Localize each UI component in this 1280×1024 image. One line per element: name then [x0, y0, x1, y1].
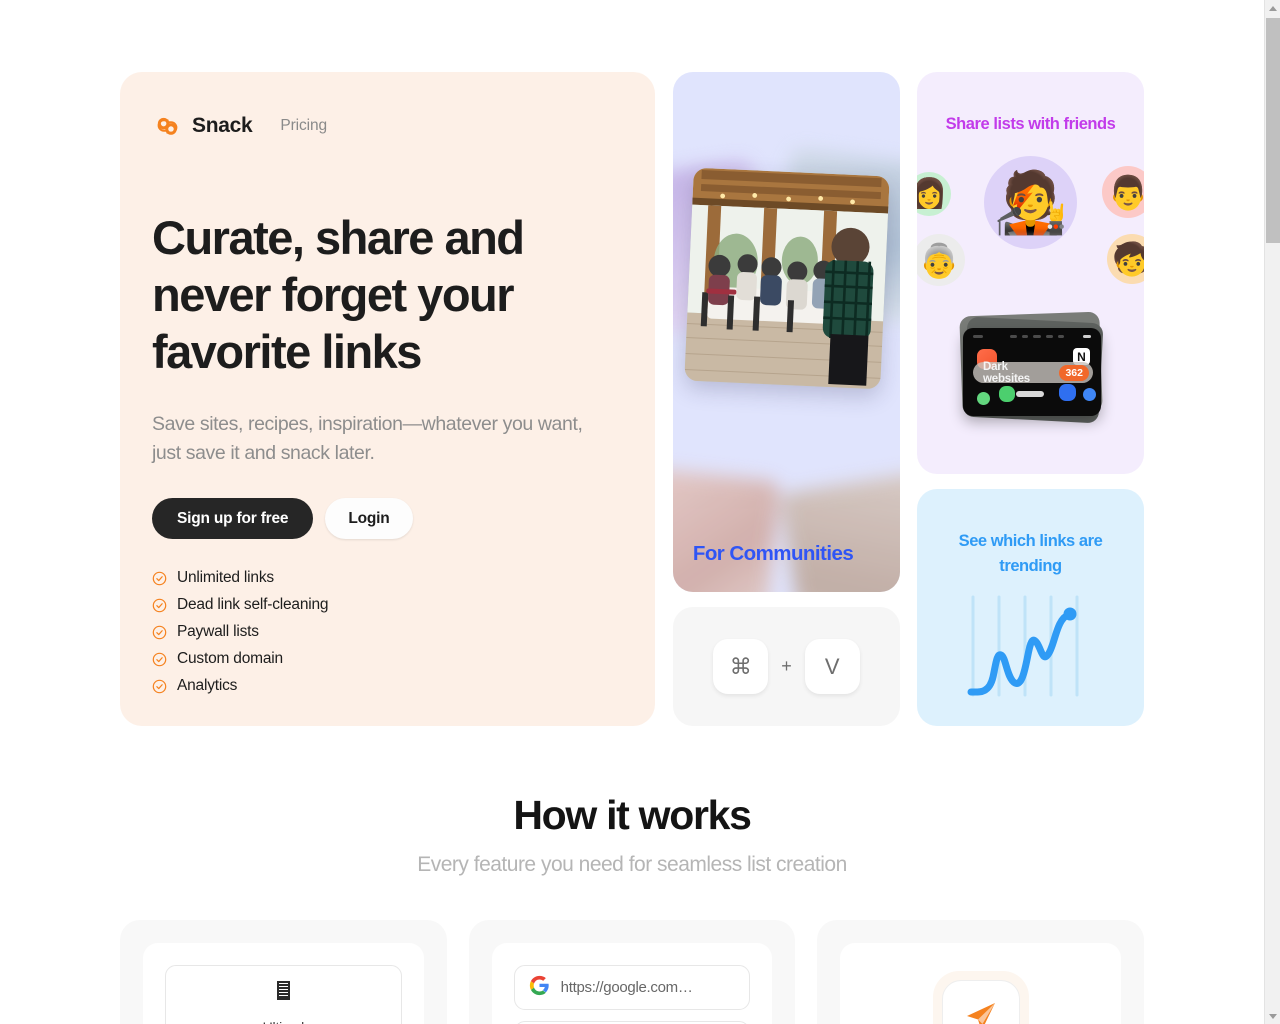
- share-lists-card[interactable]: Share lists with friends 🧑‍🎤 👩 👵 👨 🧒: [917, 72, 1144, 474]
- hero-right-column: Share lists with friends 🧑‍🎤 👩 👵 👨 🧒: [917, 72, 1144, 726]
- phone-app-icon-green-2: [977, 392, 990, 405]
- check-circle-icon: [152, 652, 167, 667]
- for-communities-card[interactable]: s For Communities: [673, 72, 900, 592]
- trending-line-chart-icon: [967, 591, 1087, 701]
- brand-name: Snack: [192, 114, 253, 137]
- keyboard-shortcut-card: ⌘ + V: [673, 607, 900, 726]
- list-preview-box: Ultimal: [165, 965, 402, 1024]
- how-it-works-subtitle: Every feature you need for seamless list…: [417, 853, 847, 876]
- hero-card: Snack Pricing Curate, share and never fo…: [120, 72, 655, 726]
- vertical-scrollbar[interactable]: [1264, 0, 1280, 1024]
- feature-item: Analytics: [152, 677, 623, 695]
- plus-separator: +: [781, 656, 792, 676]
- card-share-inner: [840, 943, 1122, 1024]
- command-key-icon: ⌘: [713, 639, 769, 694]
- scrollbar-thumb[interactable]: [1266, 18, 1280, 243]
- link-url-text: https://google.com…: [560, 979, 693, 996]
- scrollbar-down-button[interactable]: [1265, 1008, 1280, 1024]
- check-circle-icon: [152, 598, 167, 613]
- list-preview-title: Ultimal: [180, 1019, 387, 1024]
- how-it-works-title: How it works: [513, 792, 752, 838]
- phone-app-icon-blue: [1059, 384, 1076, 401]
- feature-item: Paywall lists: [152, 623, 623, 641]
- trending-card-heading: See which links are trending: [958, 532, 1103, 575]
- send-icon-wrap: [862, 965, 1099, 1024]
- feature-label: Paywall lists: [177, 623, 259, 640]
- avatar-left-top: 👩: [917, 172, 951, 216]
- scrollbar-up-button[interactable]: [1265, 0, 1280, 16]
- feature-item: Dead link self-cleaning: [152, 596, 623, 614]
- send-icon-halo: [932, 971, 1029, 1024]
- hero-grid: Snack Pricing Curate, share and never fo…: [120, 72, 1144, 726]
- page-viewport: Snack Pricing Curate, share and never fo…: [0, 0, 1264, 1024]
- top-nav: Snack Pricing: [152, 105, 623, 147]
- nav-pricing-link[interactable]: Pricing: [280, 117, 327, 135]
- send-icon-tile: [941, 980, 1020, 1024]
- phone-app-icon-blue-2: [1083, 388, 1096, 401]
- share-card-heading: Share lists with friends: [945, 115, 1116, 133]
- hero-cta-row: Sign up for free Login: [152, 498, 623, 539]
- check-circle-icon: [152, 679, 167, 694]
- avatar-right-bottom: 🧒: [1107, 234, 1144, 284]
- feature-label: Unlimited links: [177, 569, 274, 586]
- v-key: V: [804, 639, 860, 694]
- card-add-links-inner: https://google.com…: [491, 943, 773, 1024]
- hero-title: Curate, share and never forget your favo…: [152, 211, 525, 378]
- phone-dock-bar: [1016, 391, 1044, 397]
- card-add-links[interactable]: https://google.com…: [468, 920, 796, 1024]
- send-paper-plane-icon: [961, 997, 1001, 1024]
- link-row-google[interactable]: https://google.com…: [513, 965, 751, 1010]
- check-circle-icon: [152, 571, 167, 586]
- phone-statusbar: [973, 334, 1091, 338]
- chevron-up-icon: [1268, 5, 1277, 11]
- hero-middle-column: s For Communities ⌘ + V: [673, 72, 900, 726]
- page-content: Snack Pricing Curate, share and never fo…: [0, 72, 1264, 1024]
- phone-list-name: Dark websites: [983, 360, 1030, 385]
- hero-subtitle: Save sites, recipes, inspiration—whateve…: [152, 413, 583, 464]
- feature-item: Custom domain: [152, 650, 623, 668]
- feature-label: Analytics: [177, 677, 238, 694]
- phone-list-pill: Dark websites 362: [973, 360, 1093, 385]
- check-circle-icon: [152, 625, 167, 640]
- marquee-label-for-communities: For Communities: [692, 542, 854, 565]
- chevron-down-icon: [1268, 1013, 1277, 1019]
- feature-label: Dead link self-cleaning: [177, 596, 329, 613]
- phone-mockup-stack: N Dark websites 362: [955, 311, 1107, 424]
- card-create-list-inner: Ultimal: [143, 943, 424, 1024]
- community-marquee: s For Communities: [673, 516, 900, 592]
- card-create-list[interactable]: Ultimal: [120, 920, 447, 1024]
- snack-link-logo-icon: [152, 111, 183, 142]
- community-dining-photo: [684, 167, 890, 390]
- phone-list-count: 362: [1059, 364, 1089, 381]
- avatar-center: 🧑‍🎤: [984, 156, 1077, 249]
- trending-links-card[interactable]: See which links are trending: [917, 489, 1144, 726]
- login-button[interactable]: Login: [325, 498, 413, 539]
- how-it-works-cards: Ultimal: [120, 920, 1145, 1024]
- brand-logo-link[interactable]: Snack: [152, 111, 253, 142]
- phone-app-icon-green: [999, 386, 1015, 402]
- signup-button[interactable]: Sign up for free: [152, 498, 314, 539]
- avatar-right-top: 👨: [1102, 166, 1144, 218]
- feature-label: Custom domain: [177, 650, 283, 667]
- hero-feature-list: Unlimited links Dead link self-cleaning …: [152, 569, 623, 695]
- missing-glyph-tofu-icon: [276, 981, 290, 1000]
- how-it-works-section: How it works Every feature you need for …: [120, 792, 1145, 1024]
- phone-front: N Dark websites 362: [963, 328, 1101, 416]
- google-icon: [529, 975, 550, 1001]
- card-share[interactable]: [817, 920, 1145, 1024]
- feature-item: Unlimited links: [152, 569, 623, 587]
- avatar-left-bottom: 👵: [917, 234, 965, 286]
